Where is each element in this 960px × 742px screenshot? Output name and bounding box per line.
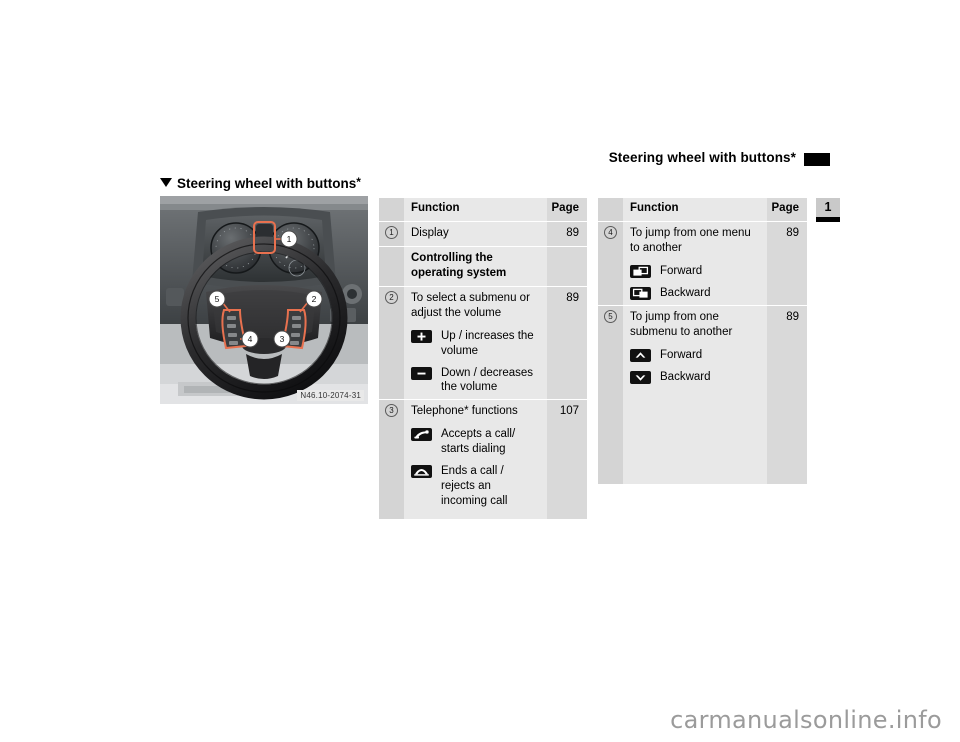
steering-wheel-figure: 1 2 3 4 5 N46.10-2074-31 [160,196,368,404]
sub-item-label: Backward [660,286,711,299]
callout-marker: 2 [385,290,398,304]
phone-accept-icon [411,428,432,442]
column-header-page: Page [771,202,800,214]
function-text: To jump from one menu to another [630,226,751,254]
running-header-title: Steering wheel with buttons* [608,150,796,165]
callout-marker: 5 [604,309,617,323]
sub-item-label: Forward [660,264,703,277]
figure-caption: N46.10-2074-31 [297,390,364,401]
table-header-row: Function Page [379,198,587,222]
section-heading: Steering wheel with buttons* [160,175,361,191]
sub-item: Up / increases the volume [404,326,547,363]
sub-item-label: Ends a call / rejects an incoming call [441,465,508,508]
column-header-page: Page [551,202,580,214]
sub-item: Forward [623,345,767,367]
callout-marker: 3 [385,404,398,418]
black-bar-marker-icon [804,153,830,166]
table-header-row: Function Page [598,198,807,222]
sub-item: Accepts a call/ starts dialing [404,424,547,461]
sub-item-label: Forward [660,348,703,361]
arrow-up-button-icon [630,348,651,362]
svg-text:4: 4 [248,334,253,344]
page-number: 89 [566,226,579,239]
function-table-left: Function Page 1 Display 89 Controlling t… [379,198,587,519]
page-number: 89 [786,226,799,239]
window-backward-icon [630,286,651,300]
function-text: Controlling the operating system [411,251,507,279]
svg-text:5: 5 [215,294,220,304]
page-number: 89 [566,291,579,304]
table-bottom-spacer [598,388,807,485]
triangle-down-icon [160,178,172,187]
table-row: 2 To select a submenu or adjust the volu… [379,285,587,400]
sub-item: Forward [623,261,767,283]
svg-text:2: 2 [312,294,317,304]
svg-text:3: 3 [280,334,285,344]
chapter-tab-number: 1 [824,200,832,214]
callout-marker: 4 [604,225,617,239]
column-header-function: Function [630,202,679,214]
function-text: To select a submenu or adjust the volume [411,291,530,319]
function-table-right: Function Page 4 To jump from one menu to… [598,198,807,485]
table-row: 1 Display 89 [379,220,587,247]
table-row: 5 To jump from one submenu to another Fo… [598,304,807,389]
minus-button-icon [411,366,432,380]
chapter-tab-underline [816,217,840,222]
arrow-down-button-icon [630,370,651,384]
table-row: Controlling the operating system [379,245,587,287]
sub-item: Down / decreases the volume [404,363,547,400]
sub-item: Backward [623,283,767,305]
sub-item-label: Backward [660,370,711,383]
svg-text:1: 1 [287,234,292,244]
column-header-function: Function [411,202,460,214]
table-row: 3 Telephone* functions Accepts a call/ s… [379,399,587,513]
site-watermark: carmanualsonline.info [670,706,942,734]
function-text: To jump from one submenu to another [630,310,733,338]
table-bottom-spacer [379,513,587,519]
section-heading-title: Steering wheel with buttons [177,176,357,191]
sub-item-label: Down / decreases the volume [441,366,534,394]
table-row: 4 To jump from one menu to another Forwa… [598,220,807,306]
sub-item-label: Up / increases the volume [441,329,534,357]
function-text: Display [411,226,449,239]
running-header: Steering wheel with buttons* [160,150,830,172]
page-number: 107 [559,405,579,418]
window-forward-icon [630,264,651,278]
page-number: 89 [786,310,799,323]
sub-item-label: Accepts a call/ starts dialing [441,428,516,456]
callout-marker: 1 [385,225,398,239]
steering-wheel-illustration-svg: 1 2 3 4 5 [160,196,368,404]
section-heading-star: * [356,175,361,189]
plus-button-icon [411,329,432,343]
page-number [547,247,587,256]
sub-item: Backward [623,367,767,389]
phone-end-icon [411,465,432,479]
function-text: Telephone* functions [411,405,518,418]
chapter-tab-gap [810,198,811,222]
chapter-tab: 1 [816,198,840,222]
sub-item: Ends a call / rejects an incoming call [404,461,547,513]
